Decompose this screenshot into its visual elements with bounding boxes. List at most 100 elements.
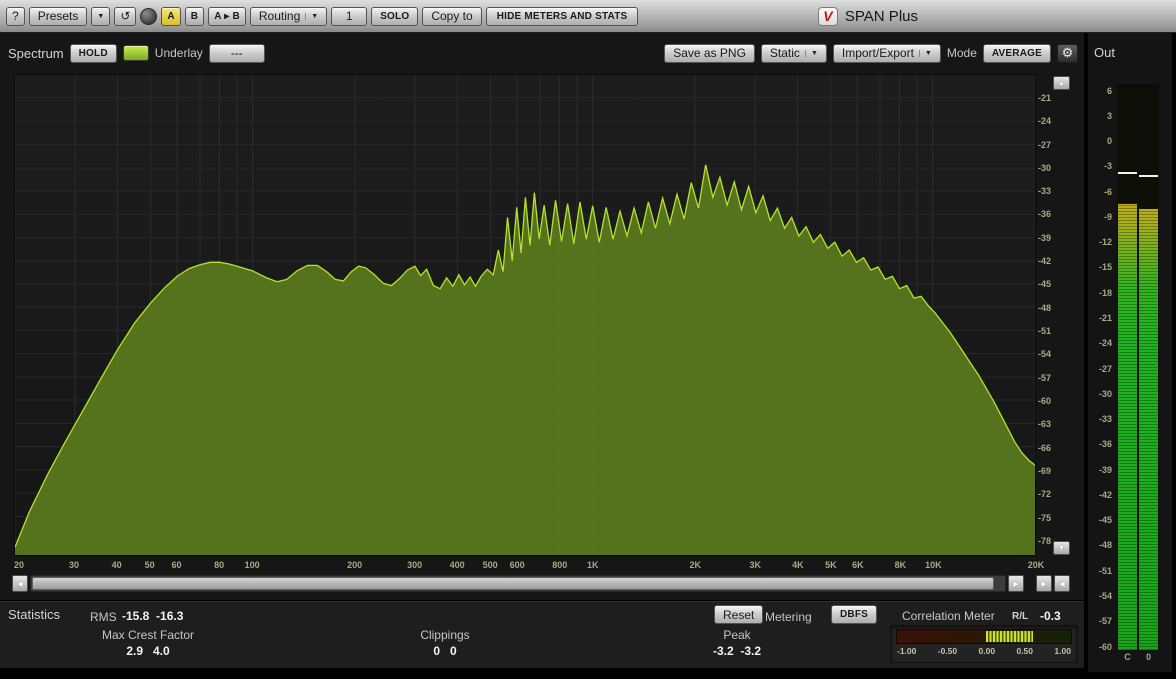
correlation-scale-label: -0.50 (937, 646, 958, 656)
correlation-scale-label: 0.00 (978, 646, 996, 656)
freq-tick-label: 8K (894, 560, 907, 570)
meter-scale-label: -30 (1098, 388, 1112, 399)
mode-average-button[interactable]: AVERAGE (982, 43, 1051, 63)
scrollbar-track[interactable] (30, 575, 1006, 592)
meter-unlit-right (1139, 88, 1158, 209)
correlation-value-bar (985, 631, 1033, 642)
hold-button[interactable]: HOLD (69, 43, 117, 63)
freq-tick-label: 800 (552, 560, 568, 570)
db-tick-label: -45 (1038, 279, 1052, 290)
solo-button[interactable]: SOLO (371, 6, 419, 26)
meter-scale-label: -54 (1098, 591, 1112, 601)
presets-dropdown-arrow-icon[interactable]: ▼ (91, 6, 111, 26)
meter-scale-label: -45 (1098, 515, 1112, 526)
crest-factor-values: 2.9 4.0 (126, 644, 170, 658)
db-tick-label: -42 (1038, 256, 1052, 267)
ab-b-button[interactable]: B (184, 6, 205, 26)
db-tick-label: -60 (1038, 396, 1052, 406)
db-tick-label: -21 (1038, 92, 1052, 103)
spectrum-color-button[interactable] (122, 45, 149, 61)
range-up-button[interactable]: ▲ (1053, 76, 1070, 90)
freq-tick-label: 300 (407, 560, 423, 570)
app-logo: V SPAN Plus (817, 6, 918, 26)
chevron-down-icon: ▼ (305, 12, 318, 20)
freq-tick-label: 600 (509, 560, 525, 570)
meter-scale-label: 3 (1106, 110, 1112, 121)
underlay-select-button[interactable]: --- (208, 43, 265, 63)
help-button[interactable]: ? (6, 6, 25, 26)
spectrum-tab-label: Spectrum (8, 45, 64, 61)
rl-label: R/L (1012, 611, 1029, 622)
round-knob[interactable] (140, 7, 158, 25)
copy-to-button[interactable]: Copy to (422, 6, 482, 26)
db-tick-label: -51 (1038, 326, 1052, 336)
clippings-label: Clippings (420, 628, 470, 642)
output-level-meter: 6 3 0 -3 -6 -9 -12 -15 -18 -21 -24 -27 -30 -33 -36 -39 -… (1088, 84, 1172, 672)
db-tick-label: -24 (1038, 116, 1052, 127)
meter-unlit-left (1118, 88, 1137, 204)
hide-meters-and-stats-button[interactable]: HIDE METERS AND STATS (485, 6, 639, 26)
static-mode-button[interactable]: Static ▼ (760, 43, 827, 63)
presets-button[interactable]: Presets (28, 6, 88, 26)
rl-value: -0.3 (1040, 609, 1061, 623)
correlation-scale-label: 1.00 (1054, 646, 1071, 656)
crest-factor-label: Max Crest Factor (101, 628, 194, 642)
meter-scale-label: -48 (1098, 540, 1112, 551)
freq-zoom-out-button[interactable]: ◀ (1054, 575, 1070, 592)
program-number[interactable]: 1 (331, 6, 368, 26)
db-tick-label: -78 (1038, 536, 1052, 546)
scroll-right-button[interactable]: ▶ (1008, 575, 1024, 592)
freq-tick-label: 4K (792, 560, 804, 570)
meter-scale-label: -57 (1098, 616, 1112, 627)
peak-values: -3.2 -3.2 (712, 644, 762, 658)
import-export-button[interactable]: Import/Export ▼ (832, 43, 941, 63)
range-down-button[interactable]: ▼ (1053, 541, 1070, 555)
peak-group: Peak -3.2 -3.2 (672, 628, 802, 658)
mode-label: Mode (946, 46, 977, 60)
freq-tick-label: 40 (111, 560, 122, 570)
dbfs-button[interactable]: DBFS (831, 605, 878, 624)
db-axis: -21 -24 -27 -30 -33 -36 -39 -42 -45 -48 -51 -54 -57 -… (1037, 74, 1052, 556)
settings-gear-icon[interactable]: ⚙ (1057, 43, 1078, 63)
chevron-down-icon: ▼ (918, 49, 932, 57)
rms-values: -15.8 -16.3 (122, 609, 184, 623)
a-to-b-copy-button[interactable]: A ▸ B (208, 6, 246, 26)
freq-tick-label: 80 (214, 560, 225, 570)
db-tick-label: -33 (1038, 186, 1052, 197)
correlation-scale-label: -1.00 (897, 646, 917, 656)
statistics-panel: Statistics RMS -15.8 -16.3 Reset Meterin… (0, 600, 1084, 668)
freq-tick-label: 1K (587, 560, 599, 570)
meter-scale-label: -24 (1098, 338, 1112, 349)
freq-zoom-in-button[interactable]: ▶ (1036, 575, 1052, 592)
meter-scale-label: -6 (1103, 186, 1112, 197)
freq-tick-label: 400 (449, 560, 465, 570)
spectrum-controls: Spectrum HOLD Underlay --- Save as PNG S… (8, 42, 1078, 64)
db-tick-label: -36 (1038, 209, 1052, 220)
freq-tick-label: 200 (347, 560, 363, 570)
ab-a-button[interactable]: A (161, 6, 181, 26)
meter-scale-label: 0 (1106, 136, 1112, 146)
spectrum-plot[interactable] (14, 74, 1036, 556)
db-tick-label: -57 (1038, 372, 1052, 383)
db-tick-label: -54 (1038, 349, 1052, 360)
metering-label: Metering (765, 610, 812, 624)
correlation-scale-label: 0.50 (1016, 646, 1034, 656)
correlation-scale: -1.00 -0.50 0.00 0.50 1.00 (896, 646, 1072, 656)
routing-button[interactable]: Routing ▼ (249, 6, 328, 26)
peak-marker-right (1139, 174, 1158, 177)
db-tick-label: -72 (1038, 489, 1052, 500)
freq-tick-label: 2K (689, 560, 702, 570)
save-as-png-button[interactable]: Save as PNG (664, 43, 755, 63)
freq-tick-label: 30 (68, 560, 80, 570)
peak-label: Peak (723, 628, 751, 642)
meter-scale-label: -3 (1103, 161, 1112, 172)
undo-icon[interactable]: ↺ (114, 6, 137, 26)
freq-tick-label: 20K (1027, 560, 1045, 570)
reset-button[interactable]: Reset (714, 605, 764, 624)
meter-scale-label: -36 (1098, 439, 1112, 450)
scroll-left-button[interactable]: ◀ (12, 575, 28, 592)
scrollbar-handle[interactable] (32, 577, 994, 590)
meter-scale-label: -27 (1098, 363, 1112, 374)
clippings-group: Clippings 0 0 (380, 628, 510, 658)
meter-scale: 6 3 0 -3 -6 -9 -12 -15 -18 -21 -24 -27 -30 -33 -36 -39 -… (1088, 84, 1115, 652)
